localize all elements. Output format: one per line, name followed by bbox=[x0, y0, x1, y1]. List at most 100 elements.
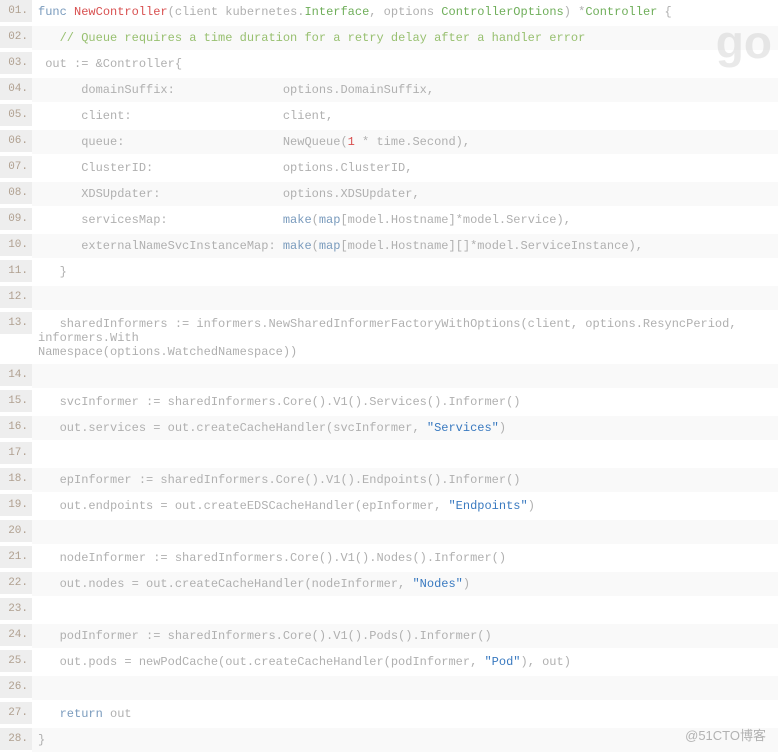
code-content: return out bbox=[32, 702, 778, 726]
token-plain: ) bbox=[528, 499, 535, 513]
code-line: 10. externalNameSvcInstanceMap: make(map… bbox=[0, 234, 778, 260]
token-plain: * time.Second), bbox=[355, 135, 470, 149]
line-number: 06. bbox=[0, 130, 32, 152]
token-str: "Endpoints" bbox=[448, 499, 527, 513]
line-number: 07. bbox=[0, 156, 32, 178]
code-line: 13. sharedInformers := informers.NewShar… bbox=[0, 312, 778, 364]
line-number: 14. bbox=[0, 364, 32, 386]
token-type: ControllerOptions bbox=[441, 5, 563, 19]
token-plain: ( bbox=[312, 213, 319, 227]
token-plain bbox=[38, 525, 45, 539]
token-type: Controller bbox=[585, 5, 657, 19]
token-plain bbox=[38, 291, 45, 305]
code-line: 17. bbox=[0, 442, 778, 468]
code-line: 14. bbox=[0, 364, 778, 390]
token-plain: client: client, bbox=[38, 109, 333, 123]
token-plain: ) bbox=[499, 421, 506, 435]
token-plain: XDSUpdater: options.XDSUpdater, bbox=[38, 187, 420, 201]
line-number: 15. bbox=[0, 390, 32, 412]
token-plain: out.nodes = out.createCacheHandler(nodeI… bbox=[38, 577, 412, 591]
line-number: 08. bbox=[0, 182, 32, 204]
token-fn: NewController bbox=[74, 5, 168, 19]
code-line: 12. bbox=[0, 286, 778, 312]
token-plain: queue: NewQueue( bbox=[38, 135, 348, 149]
token-kw: return bbox=[60, 707, 103, 721]
code-content: podInformer := sharedInformers.Core().V1… bbox=[32, 624, 778, 648]
code-content: out.endpoints = out.createEDSCacheHandle… bbox=[32, 494, 778, 518]
token-plain: out.endpoints = out.createEDSCacheHandle… bbox=[38, 499, 448, 513]
token-kw: func bbox=[38, 5, 74, 19]
code-line: 19. out.endpoints = out.createEDSCacheHa… bbox=[0, 494, 778, 520]
token-num: 1 bbox=[348, 135, 355, 149]
code-content: } bbox=[32, 260, 778, 284]
code-line: 16. out.services = out.createCacheHandle… bbox=[0, 416, 778, 442]
line-number: 27. bbox=[0, 702, 32, 724]
line-number: 20. bbox=[0, 520, 32, 542]
line-number: 26. bbox=[0, 676, 32, 698]
code-line: 11. } bbox=[0, 260, 778, 286]
token-kw: map bbox=[319, 213, 341, 227]
code-line: 21. nodeInformer := sharedInformers.Core… bbox=[0, 546, 778, 572]
line-number: 23. bbox=[0, 598, 32, 620]
code-line: 20. bbox=[0, 520, 778, 546]
code-content: // Queue requires a time duration for a … bbox=[32, 26, 778, 50]
token-type: Interface bbox=[304, 5, 369, 19]
line-number: 11. bbox=[0, 260, 32, 282]
code-content bbox=[32, 520, 778, 544]
token-kw: make bbox=[283, 239, 312, 253]
code-line: 28.} bbox=[0, 728, 778, 754]
line-number: 12. bbox=[0, 286, 32, 308]
token-plain: out := &Controller{ bbox=[38, 57, 182, 71]
code-content: XDSUpdater: options.XDSUpdater, bbox=[32, 182, 778, 206]
code-line: 24. podInformer := sharedInformers.Core(… bbox=[0, 624, 778, 650]
code-line: 25. out.pods = newPodCache(out.createCac… bbox=[0, 650, 778, 676]
code-content bbox=[32, 598, 778, 622]
token-plain: ClusterID: options.ClusterID, bbox=[38, 161, 412, 175]
code-content: nodeInformer := sharedInformers.Core().V… bbox=[32, 546, 778, 570]
code-content: func NewController(client kubernetes.Int… bbox=[32, 0, 778, 24]
line-number: 19. bbox=[0, 494, 32, 516]
code-line: 22. out.nodes = out.createCacheHandler(n… bbox=[0, 572, 778, 598]
code-line: 23. bbox=[0, 598, 778, 624]
code-content: out.services = out.createCacheHandler(sv… bbox=[32, 416, 778, 440]
token-plain: out.services = out.createCacheHandler(sv… bbox=[38, 421, 427, 435]
token-plain: out.pods = newPodCache(out.createCacheHa… bbox=[38, 655, 484, 669]
code-content: out := &Controller{ bbox=[32, 52, 778, 76]
code-content bbox=[32, 676, 778, 700]
code-content: out.pods = newPodCache(out.createCacheHa… bbox=[32, 650, 778, 674]
code-line: 26. bbox=[0, 676, 778, 702]
code-content bbox=[32, 364, 778, 388]
token-plain: { bbox=[657, 5, 671, 19]
token-plain: nodeInformer := sharedInformers.Core().V… bbox=[38, 551, 506, 565]
code-content: servicesMap: make(map[model.Hostname]*mo… bbox=[32, 208, 778, 232]
line-number: 05. bbox=[0, 104, 32, 126]
code-line: 09. servicesMap: make(map[model.Hostname… bbox=[0, 208, 778, 234]
code-line: 02. // Queue requires a time duration fo… bbox=[0, 26, 778, 52]
token-plain: out bbox=[103, 707, 132, 721]
code-content bbox=[32, 442, 778, 466]
token-plain: ( bbox=[312, 239, 319, 253]
code-content: sharedInformers := informers.NewSharedIn… bbox=[32, 312, 778, 364]
code-line: 27. return out bbox=[0, 702, 778, 728]
token-plain bbox=[38, 369, 45, 383]
code-line: 05. client: client, bbox=[0, 104, 778, 130]
token-str: "Services" bbox=[427, 421, 499, 435]
code-line: 08. XDSUpdater: options.XDSUpdater, bbox=[0, 182, 778, 208]
token-str: "Nodes" bbox=[412, 577, 462, 591]
token-plain: domainSuffix: options.DomainSuffix, bbox=[38, 83, 434, 97]
code-content: epInformer := sharedInformers.Core().V1(… bbox=[32, 468, 778, 492]
line-number: 16. bbox=[0, 416, 32, 438]
code-line: 01.func NewController(client kubernetes.… bbox=[0, 0, 778, 26]
line-number: 28. bbox=[0, 728, 32, 750]
code-content: queue: NewQueue(1 * time.Second), bbox=[32, 130, 778, 154]
token-kw: make bbox=[283, 213, 312, 227]
token-plain bbox=[38, 603, 45, 617]
token-plain: [model.Hostname][]*model.ServiceInstance… bbox=[340, 239, 642, 253]
token-plain: externalNameSvcInstanceMap: bbox=[38, 239, 283, 253]
token-plain: ) bbox=[463, 577, 470, 591]
line-number: 10. bbox=[0, 234, 32, 256]
code-line: 18. epInformer := sharedInformers.Core()… bbox=[0, 468, 778, 494]
token-plain: ), out) bbox=[521, 655, 571, 669]
token-plain: servicesMap: bbox=[38, 213, 283, 227]
token-op: ) bbox=[564, 5, 578, 19]
